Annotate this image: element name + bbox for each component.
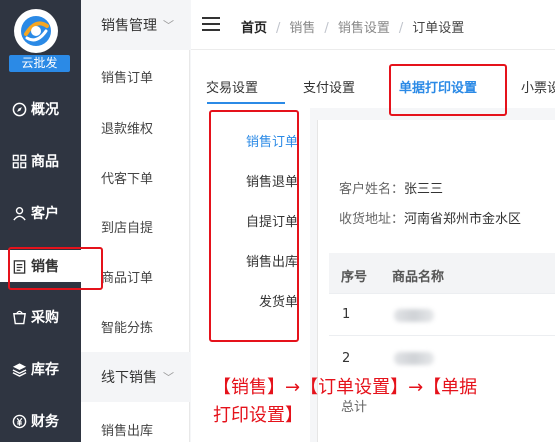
customer-name-line: 客户姓名：张三三 xyxy=(339,178,443,197)
yen-icon xyxy=(11,413,27,429)
breadcrumb-order-settings: 订单设置 xyxy=(412,21,465,36)
annotation-line-1: 【销售】→【订单设置】→【单据 xyxy=(213,377,478,398)
nav-item-finance[interactable]: 财务 xyxy=(0,406,81,436)
nav-item-goods[interactable]: 商品 xyxy=(0,146,81,176)
nav-item-overview[interactable]: 概况 xyxy=(0,94,81,124)
highlight-sales-nav xyxy=(8,247,103,290)
sub-nav: 销售管理 ﹀ 销售订单 退款维权 代客下单 到店自提 商品订单 智能分拣 线下销… xyxy=(81,0,190,442)
subnav-item-sales-order[interactable]: 销售订单 xyxy=(101,67,153,86)
tab-receipt-settings[interactable]: 小票设 xyxy=(521,77,555,96)
bag-icon xyxy=(11,309,27,325)
row-divider xyxy=(329,335,555,336)
compass-icon xyxy=(11,101,27,117)
blurred-product-name xyxy=(394,352,434,365)
breadcrumb-home[interactable]: 首页 xyxy=(241,21,267,36)
instruction-annotation: 【销售】→【订单设置】→【单据 打印设置】 xyxy=(213,374,553,430)
address-value: 河南省郑州市金水区 xyxy=(404,212,522,227)
layers-icon xyxy=(11,361,27,377)
nav-label: 商品 xyxy=(31,154,59,170)
subnav-section-offline-sales[interactable]: 线下销售 ﹀ xyxy=(81,352,190,402)
annotation-line-2: 打印设置】 xyxy=(213,405,303,426)
chevron-down-icon: ﹀ xyxy=(163,371,174,384)
breadcrumb: 首页 / 销售 / 销售设置 / 订单设置 xyxy=(241,21,465,36)
subnav-item-proxy-order[interactable]: 代客下单 xyxy=(101,168,153,187)
nav-label: 财务 xyxy=(31,414,59,430)
subnav-item-refund[interactable]: 退款维权 xyxy=(101,118,153,137)
brand-badge: 云批发 xyxy=(9,55,70,72)
customer-name-label: 客户姓名： xyxy=(339,182,405,197)
subnav-section-sales-management[interactable]: 销售管理 ﹀ xyxy=(81,0,190,50)
nav-label: 库存 xyxy=(31,362,59,378)
column-header-index: 序号 xyxy=(341,270,368,285)
app-logo[interactable] xyxy=(14,9,58,53)
breadcrumb-sales-settings[interactable]: 销售设置 xyxy=(338,21,390,36)
section-title: 线下销售 xyxy=(101,370,157,386)
subnav-item-sales-outbound[interactable]: 销售出库 xyxy=(101,420,153,439)
highlight-print-tab xyxy=(389,64,507,116)
nav-item-customers[interactable]: 客户 xyxy=(0,198,81,228)
nav-label: 客户 xyxy=(31,206,59,222)
main-nav: 云批发 概况 商品 客户 销售 采购 库存 财务 xyxy=(0,0,100,442)
section-title: 销售管理 xyxy=(101,18,157,34)
nav-item-stock[interactable]: 库存 xyxy=(0,354,81,384)
nav-label: 采购 xyxy=(31,310,59,326)
table-row-index: 1 xyxy=(342,307,351,322)
menu-icon[interactable] xyxy=(202,17,220,31)
address-line: 收货地址：河南省郑州市金水区 xyxy=(339,208,521,227)
tab-payment-settings[interactable]: 支付设置 xyxy=(303,77,355,96)
blurred-product-name xyxy=(394,309,434,322)
tab-trade-settings[interactable]: 交易设置 xyxy=(206,77,258,96)
column-header-product-name: 商品名称 xyxy=(392,270,445,285)
customer-name-value: 张三三 xyxy=(404,182,444,197)
breadcrumb-sales[interactable]: 销售 xyxy=(289,21,315,36)
table-header: 序号 商品名称 xyxy=(329,253,555,293)
grid-icon xyxy=(11,153,27,169)
active-tab-indicator xyxy=(207,102,285,104)
subnav-item-goods-order[interactable]: 商品订单 xyxy=(101,267,153,286)
subnav-item-sorting[interactable]: 智能分拣 xyxy=(101,317,153,336)
top-bar: 首页 / 销售 / 销售设置 / 订单设置 xyxy=(191,0,555,50)
subnav-item-pickup[interactable]: 到店自提 xyxy=(101,217,153,236)
table-row-index: 2 xyxy=(342,351,351,366)
chevron-down-icon: ﹀ xyxy=(163,19,174,32)
address-label: 收货地址： xyxy=(339,212,405,227)
nav-item-purchase[interactable]: 采购 xyxy=(0,302,81,332)
highlight-print-types xyxy=(209,110,299,342)
user-icon xyxy=(11,205,27,221)
row-divider xyxy=(329,293,555,294)
nav-label: 概况 xyxy=(31,102,59,118)
